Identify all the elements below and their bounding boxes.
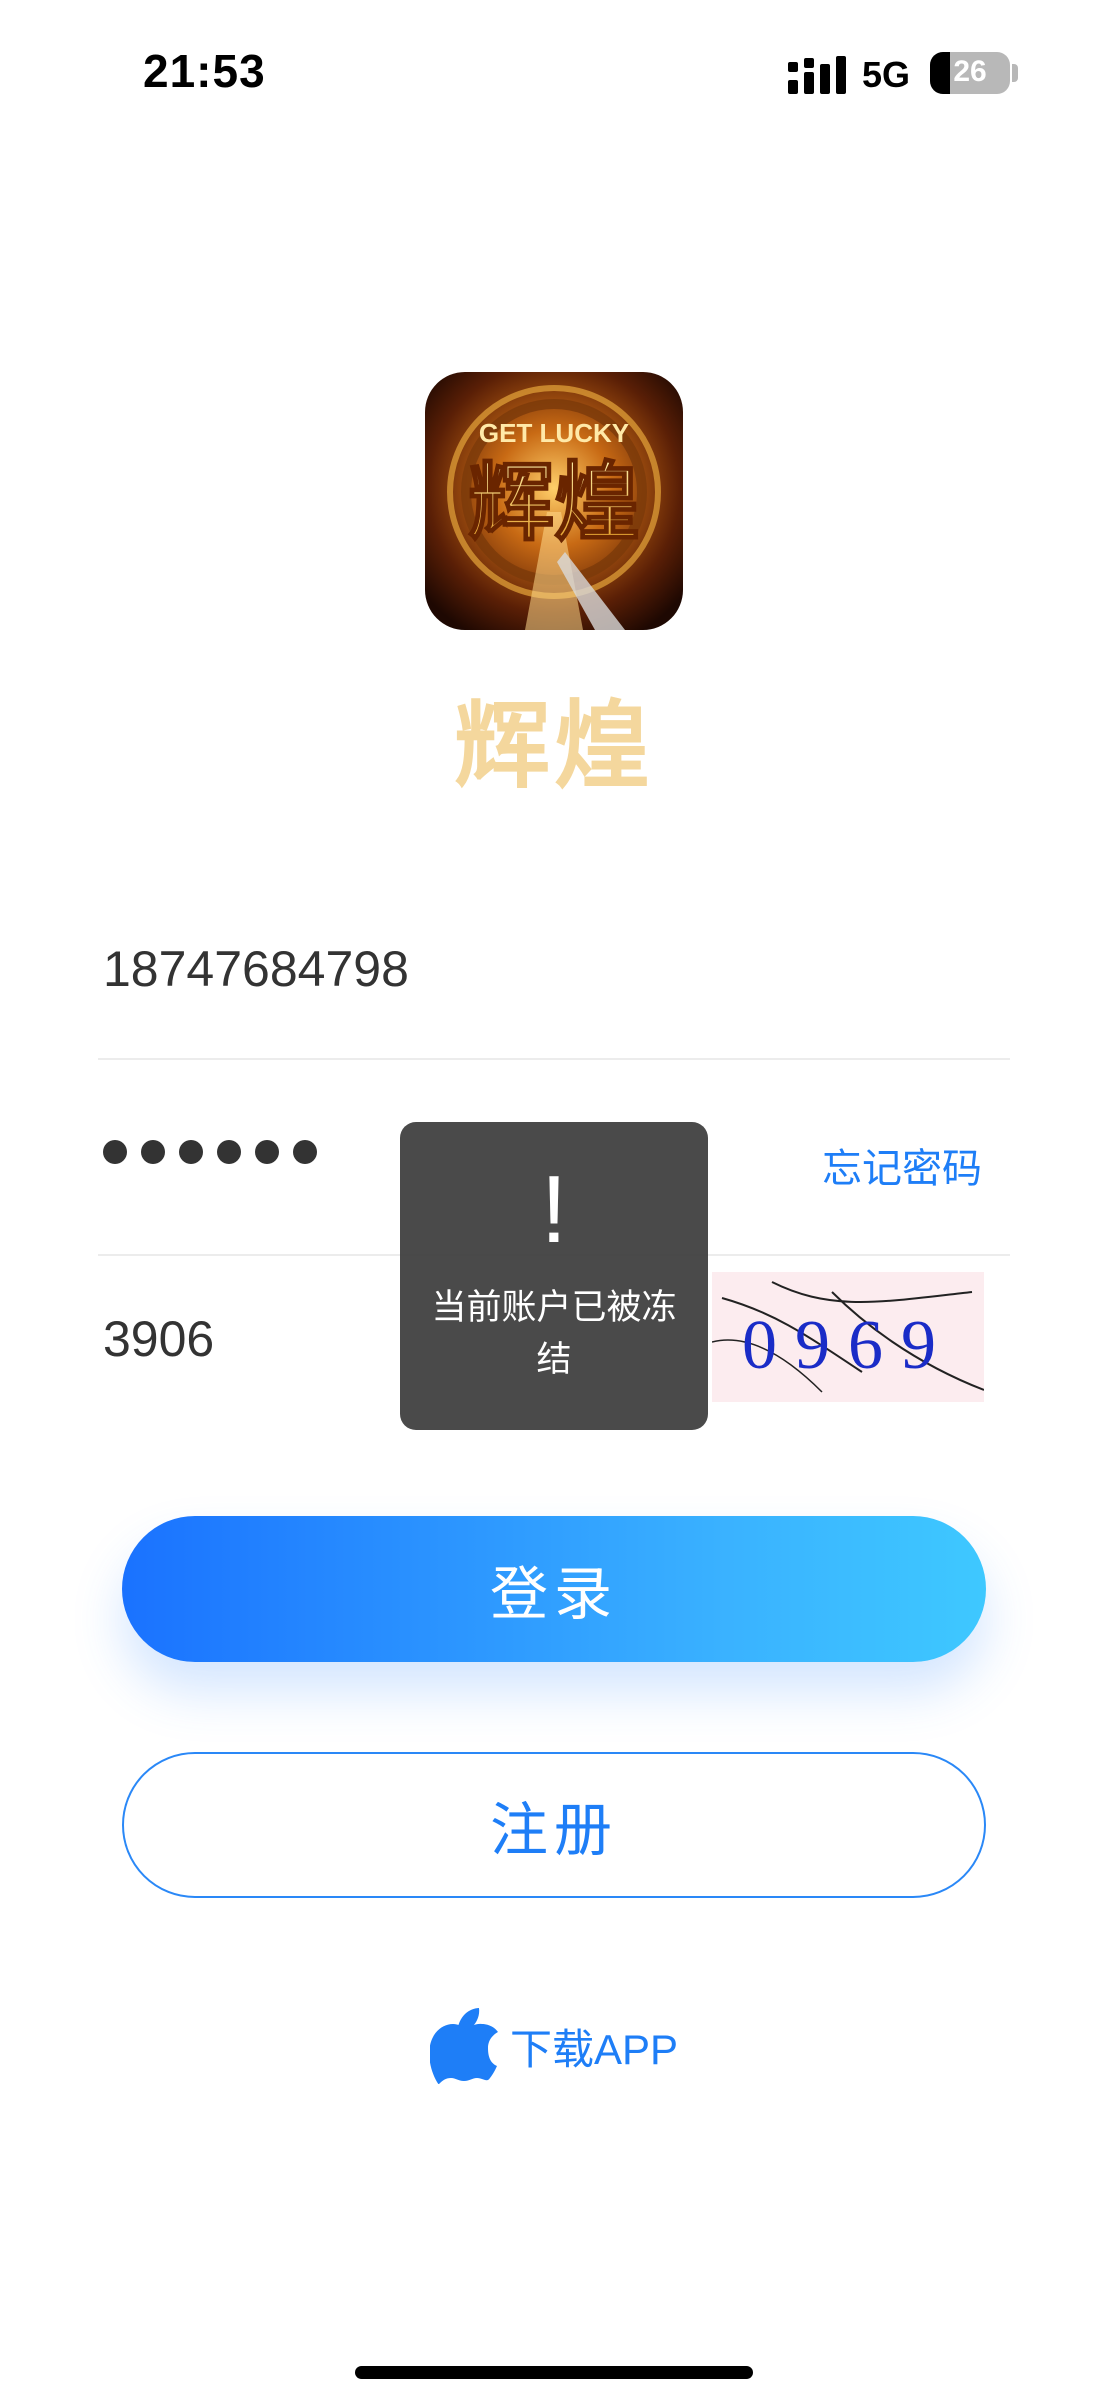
forgot-password-link[interactable]: 忘记密码 <box>822 1136 982 1194</box>
app-name: 辉煌 <box>454 693 654 800</box>
download-app-label: 下载APP <box>509 2025 679 2073</box>
home-indicator[interactable] <box>355 2366 753 2379</box>
download-app-link[interactable]: 下载APP <box>0 2008 1108 2084</box>
signal-icon <box>788 56 846 94</box>
password-dot <box>103 1140 127 1164</box>
password-input[interactable] <box>103 1140 317 1164</box>
captcha-input[interactable]: 3906 <box>103 1310 214 1368</box>
password-dot <box>255 1140 279 1164</box>
status-time: 21:53 <box>143 45 266 97</box>
captcha-image[interactable]: 0969 <box>712 1272 984 1402</box>
password-dot <box>293 1140 317 1164</box>
battery-icon: 26 <box>930 52 1010 94</box>
toast-message: 当前账户已被冻结 <box>431 1288 677 1379</box>
divider <box>98 1058 1010 1060</box>
logo-banner-text: GET LUCKY <box>479 418 629 448</box>
register-button[interactable]: 注册 <box>122 1752 986 1898</box>
error-toast: ! 当前账户已被冻结 <box>400 1122 708 1430</box>
battery-tip <box>1012 64 1018 82</box>
logo-title-text: 辉煌 <box>468 453 640 553</box>
password-dot <box>217 1140 241 1164</box>
app-logo: GET LUCKY 辉煌 <box>425 372 683 630</box>
password-dot <box>179 1140 203 1164</box>
battery-level: 26 <box>953 55 987 88</box>
network-type: 5G <box>862 54 911 95</box>
login-button[interactable]: 登录 <box>122 1516 986 1662</box>
captcha-text: 0969 <box>742 1307 954 1384</box>
phone-input[interactable]: 18747684798 <box>103 940 409 998</box>
apple-icon <box>429 2008 498 2084</box>
password-dot <box>141 1140 165 1164</box>
exclamation-icon: ! <box>540 1156 568 1263</box>
